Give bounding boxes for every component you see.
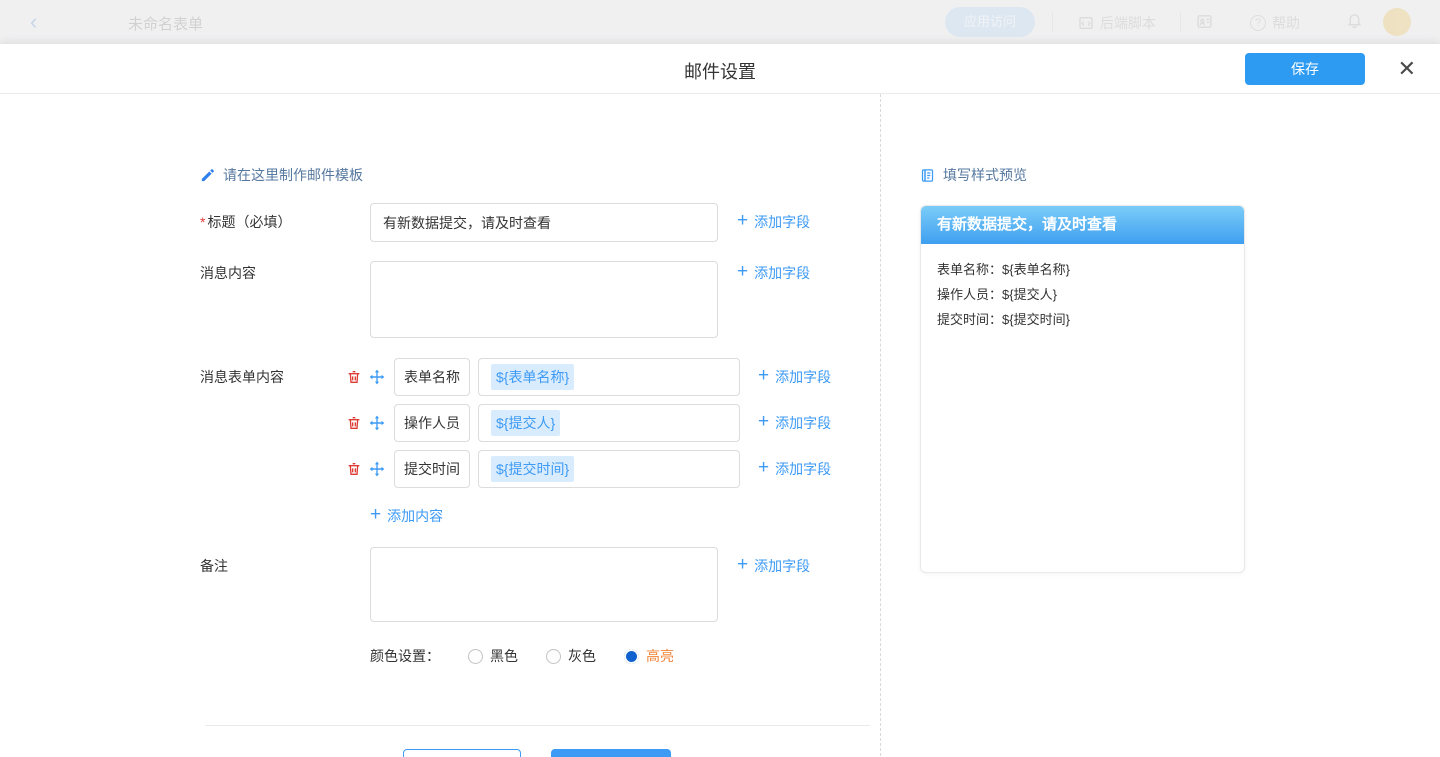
title-input[interactable] <box>370 203 718 242</box>
delete-row-icon[interactable] <box>346 369 362 385</box>
script-icon <box>1078 15 1094 31</box>
preview-card-title: 有新数据提交，请及时查看 <box>921 206 1244 244</box>
row-add-field-link[interactable]: +添加字段 <box>758 367 831 387</box>
title-add-field-link[interactable]: +添加字段 <box>737 212 810 232</box>
title-field-label: *标题（必填） <box>200 212 291 232</box>
document-icon <box>920 168 935 183</box>
help-label: 帮助 <box>1272 13 1300 33</box>
id-card-button[interactable] <box>1196 13 1213 30</box>
preview-line: 提交时间：${提交时间} <box>937 307 1228 332</box>
field-token: ${提交人} <box>491 410 560 436</box>
radio-checked-icon <box>624 649 639 664</box>
question-icon: ? <box>1250 15 1266 31</box>
add-content-link[interactable]: +添加内容 <box>370 506 443 526</box>
radio-icon <box>468 649 483 664</box>
close-icon[interactable]: ✕ <box>1398 55 1416 83</box>
row-value-input[interactable]: ${提交时间} <box>478 450 740 488</box>
app-access-button[interactable]: 应用访问 <box>945 7 1035 37</box>
preview-card: 有新数据提交，请及时查看 表单名称：${表单名称} 操作人员：${提交人} 提交… <box>920 205 1245 573</box>
required-mark: * <box>200 214 205 230</box>
remark-textarea[interactable] <box>370 547 718 622</box>
test-button[interactable]: 测试 <box>403 749 521 757</box>
plus-icon: + <box>737 263 748 281</box>
bell-icon <box>1346 12 1363 29</box>
avatar[interactable] <box>1383 8 1411 36</box>
move-row-icon[interactable] <box>369 369 385 385</box>
remark-field-label: 备注 <box>200 556 228 576</box>
plus-icon: + <box>758 459 769 477</box>
color-option-black[interactable]: 黑色 <box>468 646 518 666</box>
color-option-highlight[interactable]: 高亮 <box>624 646 674 666</box>
modal-header: 邮件设置 保存 ✕ <box>0 44 1440 94</box>
template-header-label: 请在这里制作邮件模板 <box>223 165 363 185</box>
radio-icon <box>546 649 561 664</box>
color-setting-row: 颜色设置： 黑色 灰色 高亮 <box>370 646 674 666</box>
notifications-button[interactable] <box>1346 12 1363 29</box>
topbar-divider <box>1052 12 1053 32</box>
preview-line: 操作人员：${提交人} <box>937 282 1228 307</box>
delete-row-icon[interactable] <box>346 461 362 477</box>
topbar: ‹ 未命名表单 应用访问 后端脚本 ? 帮助 <box>0 0 1440 44</box>
move-row-icon[interactable] <box>369 415 385 431</box>
row-value-input[interactable]: ${表单名称} <box>478 358 740 396</box>
row-name-input[interactable] <box>394 450 470 488</box>
screen: ‹ 未命名表单 应用访问 后端脚本 ? 帮助 <box>0 0 1440 757</box>
id-card-icon <box>1196 13 1213 30</box>
row-add-field-link[interactable]: +添加字段 <box>758 413 831 433</box>
preview-card-body: 表单名称：${表单名称} 操作人员：${提交人} 提交时间：${提交时间} <box>921 244 1244 345</box>
plus-icon: + <box>737 556 748 574</box>
plus-icon: + <box>758 367 769 385</box>
preview-header: 填写样式预览 <box>920 165 1027 185</box>
help-button[interactable]: ? 帮助 <box>1250 13 1300 33</box>
footer-divider <box>205 725 870 726</box>
message-field-label: 消息内容 <box>200 263 256 283</box>
column-divider <box>880 94 881 756</box>
message-textarea[interactable] <box>370 261 718 338</box>
delete-row-icon[interactable] <box>346 415 362 431</box>
save-button[interactable]: 保存 <box>1245 53 1365 85</box>
modal-body: 请在这里制作邮件模板 *标题（必填） +添加字段 消息内容 +添加字段 消息表单… <box>0 94 1440 756</box>
message-add-field-link[interactable]: +添加字段 <box>737 263 810 283</box>
plus-icon: + <box>737 212 748 230</box>
restore-default-button[interactable]: 恢复默认 <box>551 749 671 757</box>
backend-script-label: 后端脚本 <box>1100 13 1156 33</box>
pencil-icon <box>200 168 215 183</box>
form-title: 未命名表单 <box>128 13 203 34</box>
email-settings-modal: 邮件设置 保存 ✕ 请在这里制作邮件模板 *标题（必填） +添加字段 消息内容 … <box>0 44 1440 757</box>
form-content-label: 消息表单内容 <box>200 367 284 387</box>
row-name-input[interactable] <box>394 358 470 396</box>
template-header: 请在这里制作邮件模板 <box>200 165 363 185</box>
field-token: ${提交时间} <box>491 456 574 482</box>
topbar-divider <box>1180 12 1181 32</box>
plus-icon: + <box>758 413 769 431</box>
backend-script-button[interactable]: 后端脚本 <box>1078 13 1156 33</box>
row-value-input[interactable]: ${提交人} <box>478 404 740 442</box>
color-setting-label: 颜色设置： <box>370 646 440 666</box>
color-option-grey[interactable]: 灰色 <box>546 646 596 666</box>
field-token: ${表单名称} <box>491 364 574 390</box>
back-chevron-icon[interactable]: ‹ <box>30 8 37 36</box>
row-add-field-link[interactable]: +添加字段 <box>758 459 831 479</box>
row-name-input[interactable] <box>394 404 470 442</box>
preview-header-label: 填写样式预览 <box>943 165 1027 185</box>
preview-line: 表单名称：${表单名称} <box>937 257 1228 282</box>
plus-icon: + <box>370 506 381 524</box>
move-row-icon[interactable] <box>369 461 385 477</box>
modal-title: 邮件设置 <box>0 58 1440 84</box>
remark-add-field-link[interactable]: +添加字段 <box>737 556 810 576</box>
